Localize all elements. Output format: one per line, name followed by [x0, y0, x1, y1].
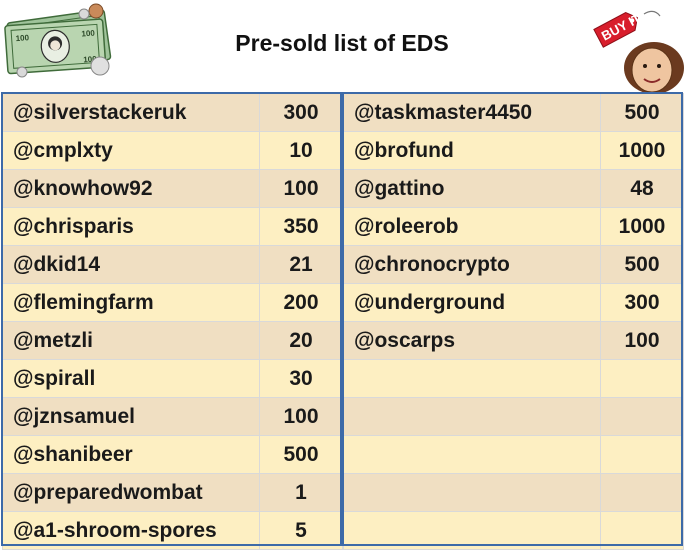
quantity-cell: 300: [600, 283, 684, 322]
table-row: @flemingfarm 200: [2, 283, 343, 322]
username-cell: @cmplxty: [2, 131, 260, 170]
quantity-cell: [600, 473, 684, 512]
quantity-cell: 200: [259, 283, 343, 322]
username-cell: @underground: [343, 283, 601, 322]
table-row: @cmplxty 10: [2, 131, 343, 170]
table-row: @knowhow92 100: [2, 169, 343, 208]
quantity-cell: [600, 435, 684, 474]
quantity-cell: [600, 359, 684, 398]
table-row: [343, 397, 684, 436]
quantity-cell: 350: [259, 207, 343, 246]
table-row: @underground 300: [343, 283, 684, 322]
username-cell: @roleerob: [343, 207, 601, 246]
quantity-cell: 10: [259, 131, 343, 170]
table-row: @preparedwombat 1: [2, 473, 343, 512]
quantity-cell: 5: [259, 511, 343, 550]
quantity-cell: 30: [259, 359, 343, 398]
username-cell: @dkid14: [2, 245, 260, 284]
table-row: @gattino 48: [343, 169, 684, 208]
username-cell: @a1-shroom-spores: [2, 511, 260, 550]
username-cell: @flemingfarm: [2, 283, 260, 322]
table-row: [343, 435, 684, 474]
quantity-cell: 21: [259, 245, 343, 284]
quantity-cell: 100: [259, 397, 343, 436]
username-cell: [343, 511, 601, 550]
page-title: Pre-sold list of EDS: [235, 30, 449, 56]
username-cell: @chronocrypto: [343, 245, 601, 284]
table-row: @chronocrypto 500: [343, 245, 684, 284]
username-cell: [343, 397, 601, 436]
quantity-cell: 20: [259, 321, 343, 360]
quantity-cell: 1: [259, 473, 343, 512]
username-cell: @oscarps: [343, 321, 601, 360]
username-cell: @chrisparis: [2, 207, 260, 246]
right-presold-table: @taskmaster4450 500 @brofund 1000 @gattino 48…: [343, 93, 684, 550]
username-cell: @taskmaster4450: [343, 93, 601, 132]
username-cell: @silverstackeruk: [2, 93, 260, 132]
table-row: @spirall 30: [2, 359, 343, 398]
table-row: [343, 511, 684, 550]
quantity-cell: 1000: [600, 131, 684, 170]
table-row: @silverstackeruk 300: [2, 93, 343, 132]
table-row: @chrisparis 350: [2, 207, 343, 246]
quantity-cell: 100: [600, 321, 684, 360]
username-cell: @metzli: [2, 321, 260, 360]
table-row: @oscarps 100: [343, 321, 684, 360]
username-cell: @preparedwombat: [2, 473, 260, 512]
username-cell: @brofund: [343, 131, 601, 170]
table-row: @taskmaster4450 500: [343, 93, 684, 132]
quantity-cell: 500: [600, 245, 684, 284]
username-cell: @jznsamuel: [2, 397, 260, 436]
username-cell: @spirall: [2, 359, 260, 398]
left-presold-table: @silverstackeruk 300 @cmplxty 10 @knowhow92 1…: [2, 93, 343, 550]
quantity-cell: 1000: [600, 207, 684, 246]
table-row: @dkid14 21: [2, 245, 343, 284]
username-cell: @shanibeer: [2, 435, 260, 474]
quantity-cell: [600, 511, 684, 550]
quantity-cell: 48: [600, 169, 684, 208]
table-row: [343, 359, 684, 398]
username-cell: [343, 473, 601, 512]
quantity-cell: 100: [259, 169, 343, 208]
table-row: @roleerob 1000: [343, 207, 684, 246]
table-row: @brofund 1000: [343, 131, 684, 170]
username-cell: [343, 359, 601, 398]
table-row: [343, 473, 684, 512]
table-row: @jznsamuel 100: [2, 397, 343, 436]
table-row: @shanibeer 500: [2, 435, 343, 474]
quantity-cell: 500: [600, 93, 684, 132]
quantity-cell: 500: [259, 435, 343, 474]
quantity-cell: [600, 397, 684, 436]
quantity-cell: 300: [259, 93, 343, 132]
username-cell: @knowhow92: [2, 169, 260, 208]
username-cell: @gattino: [343, 169, 601, 208]
table-row: @a1-shroom-spores 5: [2, 511, 343, 550]
username-cell: [343, 435, 601, 474]
table-row: @metzli 20: [2, 321, 343, 360]
